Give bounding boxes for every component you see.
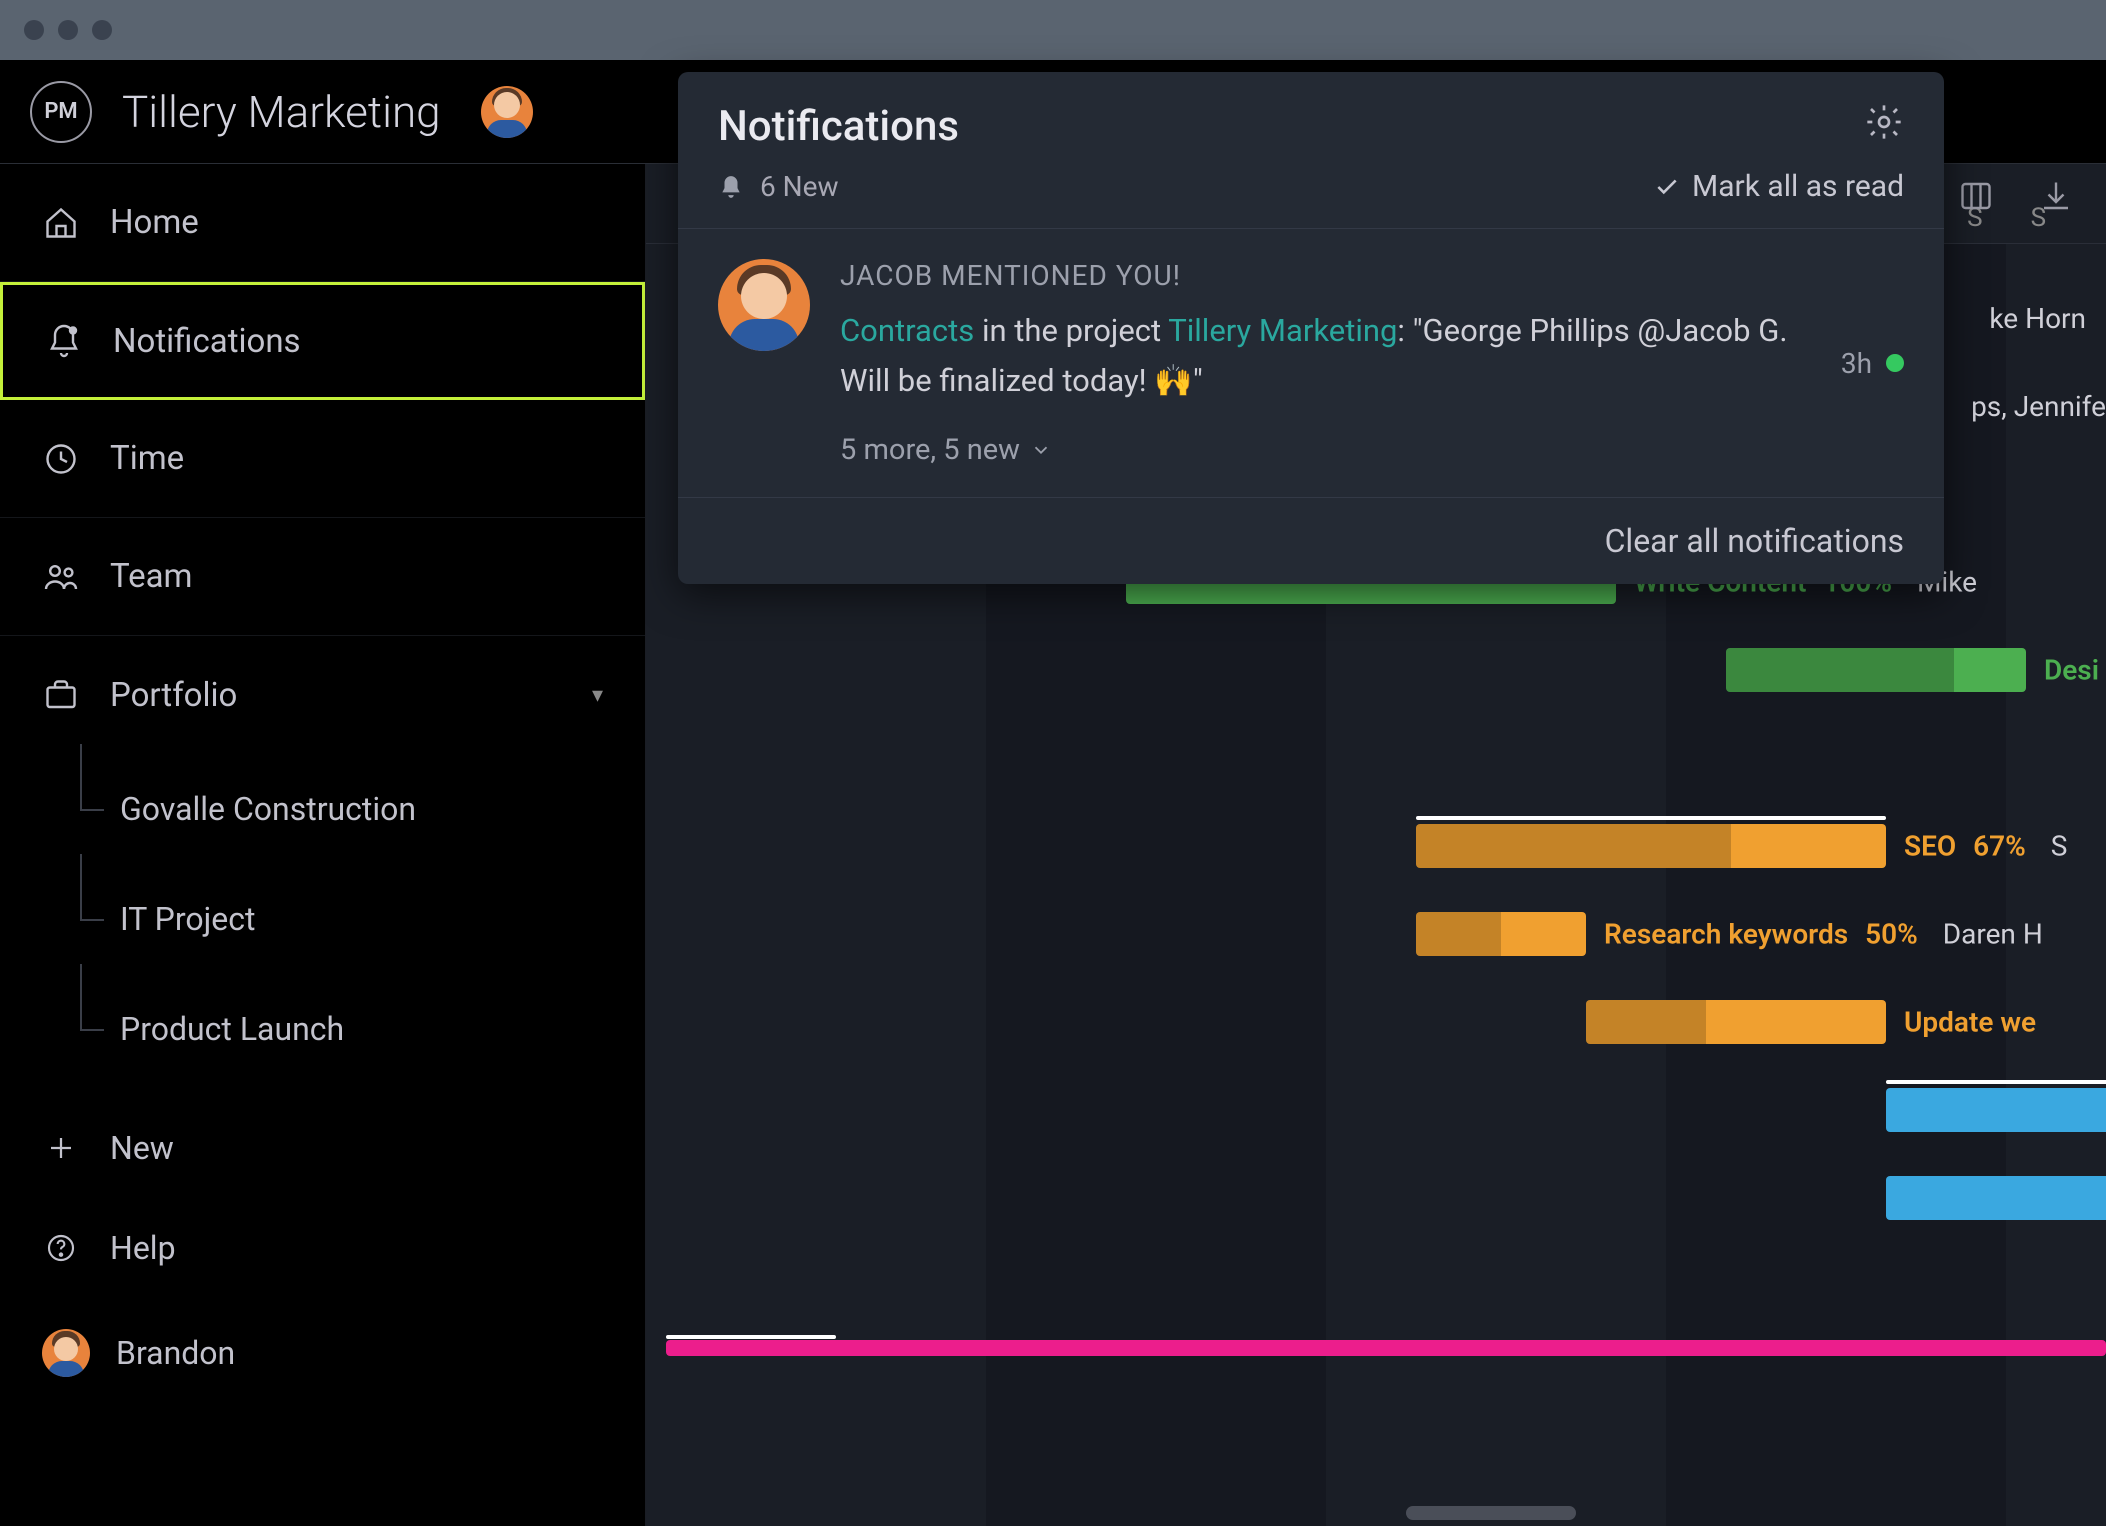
portfolio-item-launch[interactable]: Product Launch <box>80 974 645 1084</box>
notif-link-contracts[interactable]: Contracts <box>840 312 974 349</box>
notif-avatar <box>718 259 810 351</box>
chevron-down-icon: ▾ <box>592 683 603 708</box>
sidebar-item-home[interactable]: Home <box>0 164 645 282</box>
bar-pct: 50% <box>1865 918 1918 951</box>
briefcase-icon <box>42 676 80 714</box>
sidebar-item-team[interactable]: Team <box>0 518 645 636</box>
bell-icon <box>718 174 744 200</box>
gantt-bar-blue-2[interactable] <box>1886 1176 2106 1220</box>
assignee-label: ps, Jennife <box>1971 390 2106 423</box>
sidebar-item-label: Notifications <box>113 322 301 361</box>
app-logo[interactable]: PM <box>30 81 92 143</box>
notif-time-label: 3h <box>1841 347 1872 380</box>
people-icon <box>42 558 80 596</box>
sidebar-item-portfolio[interactable]: Portfolio ▾ <box>0 636 645 754</box>
window-titlebar <box>0 0 2106 60</box>
sidebar: Home Notifications Time Team Portfolio <box>0 164 646 1526</box>
assignee-label: ke Horn <box>1989 302 2086 335</box>
columns-toggle-icon[interactable] <box>1956 176 1996 216</box>
traffic-light-minimize[interactable] <box>58 20 78 40</box>
notif-expand-button[interactable]: 5 more, 5 new <box>840 433 1811 467</box>
notification-item[interactable]: JACOB MENTIONED YOU! Contracts in the pr… <box>718 229 1904 477</box>
sidebar-item-label: Time <box>110 439 184 478</box>
unread-dot-icon <box>1886 354 1904 372</box>
plus-icon <box>42 1129 80 1167</box>
gantt-bar-seo[interactable]: SEO 67% S <box>1416 824 1886 868</box>
help-icon <box>42 1229 80 1267</box>
project-title[interactable]: Tillery Marketing <box>122 86 441 138</box>
sidebar-item-help[interactable]: Help <box>0 1198 645 1298</box>
gantt-summary-bar[interactable] <box>666 1340 2106 1356</box>
bar-assignee: S <box>2051 830 2068 863</box>
new-count-label: 6 New <box>760 170 839 203</box>
gantt-bar-research[interactable]: Research keywords 50% Daren H <box>1416 912 1586 956</box>
sidebar-item-label: Home <box>110 203 199 242</box>
bar-pct: 67% <box>1973 830 2026 863</box>
notif-link-project[interactable]: Tillery Marketing <box>1168 312 1397 349</box>
home-icon <box>42 204 80 242</box>
portfolio-item-govalle[interactable]: Govalle Construction <box>80 754 645 864</box>
portfolio-item-it[interactable]: IT Project <box>80 864 645 974</box>
user-avatar-icon <box>42 1329 90 1377</box>
traffic-light-zoom[interactable] <box>92 20 112 40</box>
popover-title: Notifications <box>718 102 959 151</box>
gantt-bar-design[interactable]: Desi <box>1726 648 2026 692</box>
bell-icon <box>45 322 83 360</box>
notif-event-label: JACOB MENTIONED YOU! <box>840 259 1811 292</box>
user-name-label: Brandon <box>116 1334 235 1372</box>
gantt-bar-blue-1[interactable] <box>1886 1088 2106 1132</box>
sidebar-item-label: New <box>110 1129 174 1167</box>
sidebar-item-label: Help <box>110 1229 176 1267</box>
header-avatar[interactable] <box>481 86 533 138</box>
notifications-popover: Notifications 6 New Mark all as read JAC… <box>678 72 1944 584</box>
traffic-light-close[interactable] <box>24 20 44 40</box>
sidebar-item-label: Portfolio <box>110 676 237 715</box>
bar-name: Research keywords <box>1604 918 1848 951</box>
horizontal-scrollbar[interactable] <box>1406 1506 1576 1520</box>
sidebar-item-label: Team <box>110 557 192 596</box>
sidebar-item-new[interactable]: New <box>0 1098 645 1198</box>
sidebar-item-time[interactable]: Time <box>0 400 645 518</box>
gear-icon[interactable] <box>1864 102 1904 142</box>
bar-name: SEO <box>1904 830 1956 863</box>
notif-message: Contracts in the project Tillery Marketi… <box>840 306 1811 405</box>
portfolio-children: Govalle Construction IT Project Product … <box>0 754 645 1084</box>
mark-all-read-button[interactable]: Mark all as read <box>1654 169 1904 204</box>
bar-name: Desi <box>2044 654 2099 687</box>
bar-name: Update we <box>1904 1006 2036 1039</box>
download-icon[interactable] <box>2036 176 2076 216</box>
bar-assignee: Daren H <box>1943 918 2043 951</box>
clear-all-button[interactable]: Clear all notifications <box>678 497 1944 560</box>
mark-all-label: Mark all as read <box>1692 169 1904 204</box>
gantt-bar-update[interactable]: Update we <box>1586 1000 1886 1044</box>
sidebar-user[interactable]: Brandon <box>0 1298 645 1408</box>
clock-icon <box>42 440 80 478</box>
sidebar-item-notifications[interactable]: Notifications <box>0 282 645 400</box>
